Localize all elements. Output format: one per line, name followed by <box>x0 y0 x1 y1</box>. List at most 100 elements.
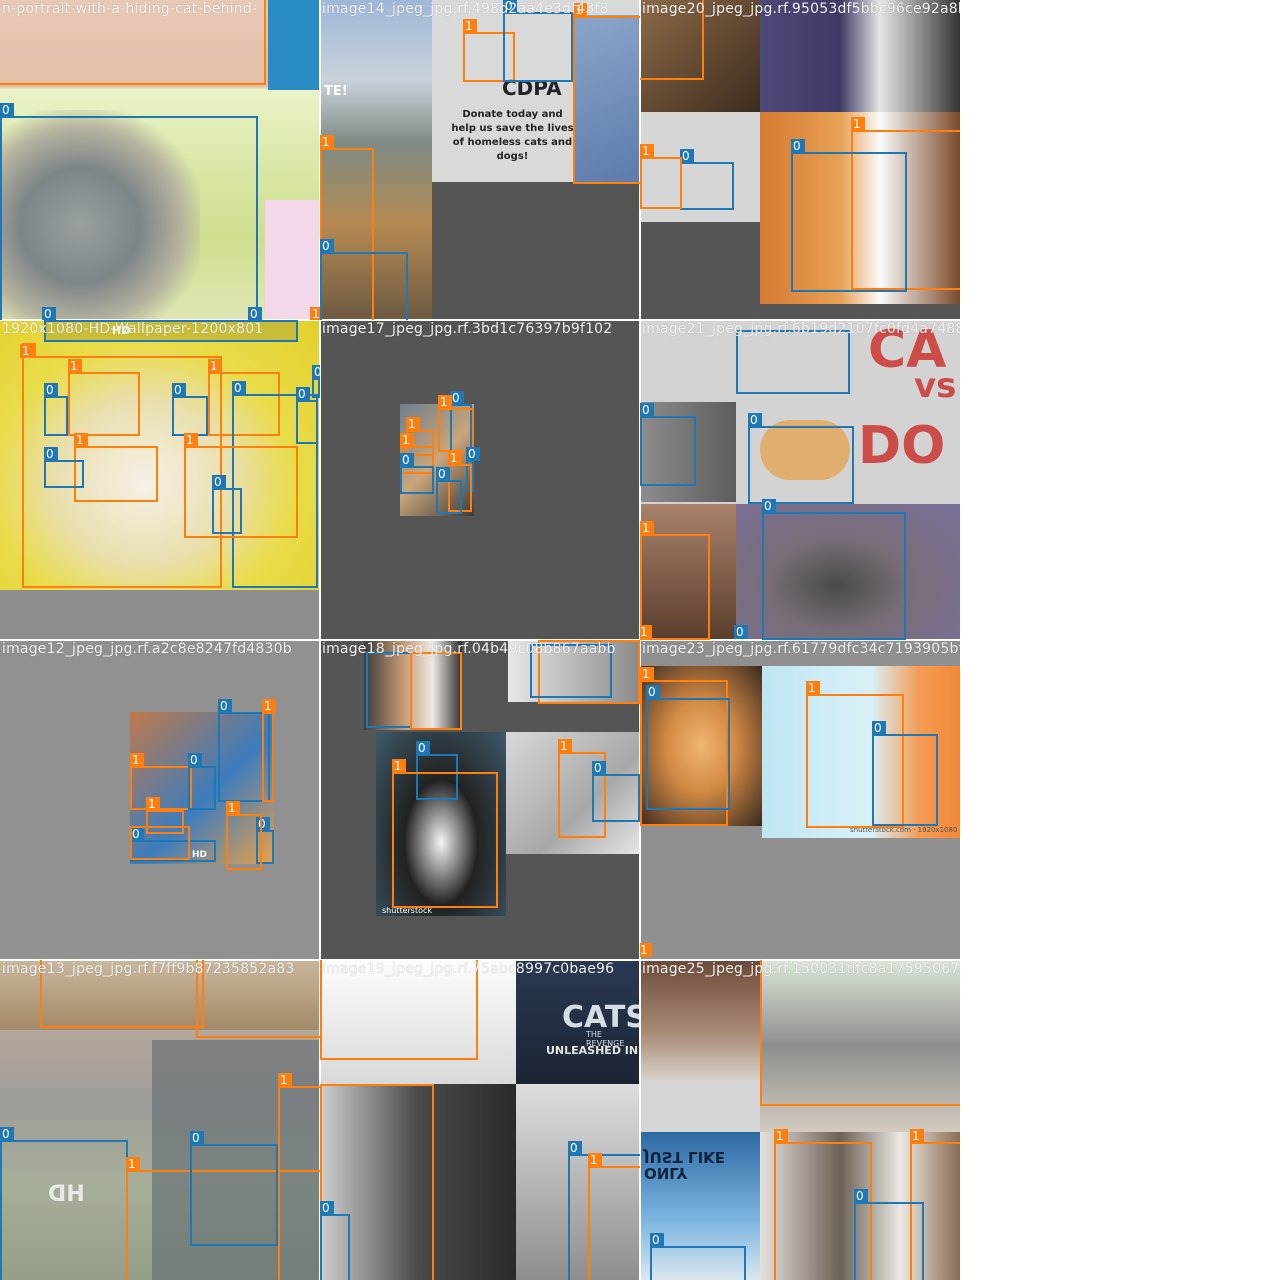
poster-heading: ONLY <box>644 1164 688 1182</box>
mosaic-tile: HD image13_jpeg_jpg.rf.f7ff9b87235852a83… <box>0 960 320 1280</box>
detection-box: 0 <box>172 383 208 436</box>
detection-box: 1 <box>392 759 498 908</box>
class-label: 1 <box>74 433 88 447</box>
class-label: 1 <box>392 759 406 773</box>
class-label: 1 <box>558 739 572 753</box>
detection-box: 1 <box>760 960 960 1106</box>
class-label: 1 <box>588 1153 602 1167</box>
class-label: 1 <box>448 451 462 465</box>
class-label: 0 <box>400 453 414 467</box>
class-label: 1 <box>278 1073 292 1087</box>
detection-box: 1 <box>130 826 190 860</box>
detection-box: 0 <box>296 387 318 444</box>
class-label: 1 <box>774 1129 788 1143</box>
detection-box: 0 <box>312 365 320 398</box>
class-label: 0 <box>854 1189 868 1203</box>
class-label: 1 <box>208 359 222 373</box>
class-label: 0 <box>650 1233 664 1247</box>
mosaic-tile: HD 1920x1080-HD-Wallpaper-1200x801 1 1 1… <box>0 320 320 640</box>
class-label: 1 <box>226 801 240 815</box>
class-label: 0 <box>312 365 320 379</box>
mosaic-tile: HD image12_jpeg_jpg.rf.a2c8e8247fd4830b … <box>0 640 320 960</box>
detection-box: 0 <box>872 721 938 826</box>
detection-box: 0 <box>190 1131 278 1246</box>
tile-title: n-portrait-with-a-hiding-cat-behind- <box>2 1 258 17</box>
poster-heading: DO <box>858 416 946 476</box>
detection-box: 1 <box>130 753 192 810</box>
class-label: 1 <box>146 797 160 811</box>
detection-box: 0 <box>0 103 258 320</box>
mosaic-tile: CATS THE REVENGE UNLEASHED IN image19_jp… <box>320 960 640 1280</box>
class-label: 0 <box>450 391 464 405</box>
detection-box: 0 <box>680 149 734 210</box>
class-label: 1 <box>310 307 320 320</box>
detection-box: 0 <box>503 0 573 82</box>
mosaic-tile: shutterstock image18_jpeg_jpg.rf.04b49c0… <box>320 640 640 960</box>
class-label: 0 <box>436 467 450 481</box>
detection-box: 1 <box>68 359 140 436</box>
detection-box: 0 <box>400 453 434 494</box>
mosaic-tile: CA vs DO image21_jpeg_jpg.rf.6b19d2107fc… <box>640 320 960 640</box>
class-label: 0 <box>172 383 186 397</box>
detection-box: 0 <box>592 761 640 822</box>
class-label: 1 <box>438 395 452 409</box>
class-label: 0 <box>646 685 660 699</box>
class-label: 0 <box>320 239 334 253</box>
detection-box: 0 <box>650 1233 746 1280</box>
class-label: 0 <box>44 447 58 461</box>
detection-box: 0 <box>640 403 696 486</box>
class-label: 0 <box>0 103 14 117</box>
poster-text: TE! <box>324 84 348 99</box>
detection-box: 0 <box>646 685 730 810</box>
tile-title: image18_jpeg_jpg.rf.04b49c08b867aabb <box>322 641 616 657</box>
mosaic-tile: image20_jpeg_jpg.rf.95053df5bbc96ce92a8b… <box>640 0 960 320</box>
detection-box: 0 <box>320 239 408 320</box>
tile-title: image19_jpeg_jpg.rf.75abc8997c0bae96 <box>322 961 615 977</box>
class-label: 0 <box>212 475 226 489</box>
class-label: 1 <box>400 433 414 447</box>
class-label: 0 <box>872 721 886 735</box>
tile-photo <box>320 320 640 640</box>
detection-box: 0 <box>736 330 850 394</box>
detection-box: 1 <box>588 1153 640 1280</box>
detection-box: 1 <box>573 3 640 184</box>
class-label: 1 <box>640 625 652 639</box>
detection-box: 0 <box>44 447 84 488</box>
detection-box: 0 <box>748 413 854 504</box>
class-label: 0 <box>44 383 58 397</box>
class-label: 0 <box>791 139 805 153</box>
detection-box: 1 <box>262 699 276 802</box>
tile-title: image20_jpeg_jpg.rf.95053df5bbc96ce92a8b <box>642 1 960 17</box>
class-label: 1 <box>262 699 276 713</box>
class-label: 1 <box>320 135 334 149</box>
class-label: 0 <box>762 499 776 513</box>
class-label: 1 <box>406 417 420 431</box>
class-label: 1 <box>640 144 654 158</box>
class-label: 0 <box>640 403 654 417</box>
class-label: 0 <box>416 741 430 755</box>
tile-title: image25_jpeg_jpg.rf.150031dfc8a17595067a <box>642 961 960 977</box>
class-label: 0 <box>0 1127 14 1141</box>
training-batch-mosaic: n-portrait-with-a-hiding-cat-behind- 1 0… <box>0 0 960 1280</box>
detection-box: 0 <box>762 499 906 640</box>
class-label: 0 <box>296 387 310 401</box>
class-label: 0 <box>218 699 232 713</box>
detection-box: 1 <box>74 433 158 502</box>
tile-title: image21_jpeg_jpg.rf.6b19d2107fc0fd4a7488 <box>642 321 960 337</box>
class-label: 0 <box>568 1141 582 1155</box>
detection-box: 0 <box>791 139 907 292</box>
mosaic-tile: shutterstock.com · 1920x1080 image23_jpe… <box>640 640 960 960</box>
mosaic-tile: n-portrait-with-a-hiding-cat-behind- 1 0… <box>0 0 320 320</box>
detection-box: 1 <box>410 652 462 730</box>
class-label: 1 <box>20 344 34 358</box>
detection-box: 0 <box>320 1201 350 1280</box>
mosaic-tile: JUST LIKE ONLY image25_jpeg_jpg.rf.15003… <box>640 960 960 1280</box>
brown-photo <box>640 960 760 1080</box>
class-label: 0 <box>42 307 56 320</box>
class-label: 0 <box>466 447 480 461</box>
tile-title: image17_jpeg_jpg.rf.3bd1c76397b9f102 <box>322 321 613 337</box>
class-label: 1 <box>184 433 198 447</box>
class-label: 1 <box>463 19 477 33</box>
class-label: 0 <box>592 761 606 775</box>
tile-title: image13_jpeg_jpg.rf.f7ff9b87235852a83 <box>2 961 295 977</box>
